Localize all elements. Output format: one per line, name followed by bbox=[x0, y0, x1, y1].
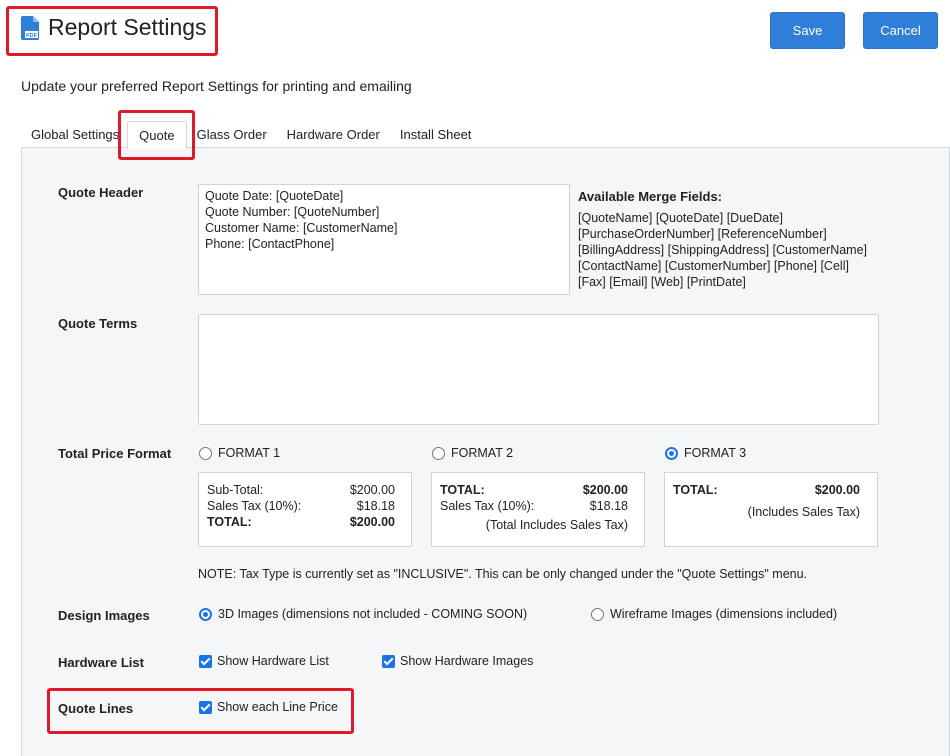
merge-fields-line: [Fax] [Email] [Web] [PrintDate] bbox=[578, 275, 746, 289]
total-price-format-label: Total Price Format bbox=[58, 446, 172, 461]
format2-radio[interactable] bbox=[432, 446, 445, 460]
quote-header-line: Quote Date: [QuoteDate] bbox=[205, 189, 344, 203]
tab-bar: Global Settings Quote Glass Order Hardwa… bbox=[21, 121, 482, 149]
format3-radio-option[interactable]: FORMAT 3 bbox=[665, 446, 746, 460]
tab-hardware-order[interactable]: Hardware Order bbox=[277, 121, 390, 148]
format2-radio-option[interactable]: FORMAT 2 bbox=[432, 446, 513, 460]
merge-fields-list: [QuoteName] [QuoteDate] [DueDate] [Purch… bbox=[578, 210, 898, 290]
tab-glass-order[interactable]: Glass Order bbox=[187, 121, 277, 148]
cancel-button[interactable]: Cancel bbox=[863, 12, 938, 49]
sales-tax-label: Sales Tax (10%): bbox=[440, 499, 535, 513]
wireframe-images-radio[interactable] bbox=[591, 607, 604, 621]
format1-radio[interactable] bbox=[199, 446, 212, 460]
total-value: $200.00 bbox=[814, 483, 860, 497]
wireframe-images-radio-label: Wireframe Images (dimensions included) bbox=[610, 607, 838, 621]
quote-lines-highlight bbox=[47, 688, 354, 734]
format1-preview: Sub-Total: $200.00 Sales Tax (10%): $18.18… bbox=[198, 472, 412, 547]
save-button[interactable]: Save bbox=[770, 12, 845, 49]
tax-included-note: (Includes Sales Tax) bbox=[747, 505, 860, 519]
quote-header-line: Customer Name: [CustomerName] bbox=[205, 221, 398, 235]
subtotal-value: $200.00 bbox=[349, 483, 395, 497]
hardware-list-label: Hardware List bbox=[58, 655, 144, 670]
format1-radio-label: FORMAT 1 bbox=[218, 446, 281, 460]
quote-header-textarea[interactable]: Quote Date: [QuoteDate] Quote Number: [Q… bbox=[198, 184, 570, 295]
cancel-button-label: Cancel bbox=[880, 23, 921, 38]
total-value: $200.00 bbox=[582, 483, 628, 497]
show-hardware-list-checkbox[interactable] bbox=[199, 654, 212, 668]
total-value: $200.00 bbox=[349, 515, 395, 529]
sales-tax-value: $18.18 bbox=[589, 499, 628, 513]
sales-tax-label: Sales Tax (10%): bbox=[207, 499, 302, 513]
subtotal-label: Sub-Total: bbox=[207, 483, 264, 497]
3d-images-radio-label: 3D Images (dimensions not included - COM… bbox=[218, 607, 528, 621]
tax-included-note: (Total Includes Sales Tax) bbox=[485, 518, 628, 532]
format2-radio-label: FORMAT 2 bbox=[451, 446, 514, 460]
show-hardware-list-option[interactable]: Show Hardware List bbox=[199, 654, 329, 668]
merge-fields-line: [ContactName] [CustomerNumber] [Phone] [… bbox=[578, 259, 849, 273]
tab-global-settings[interactable]: Global Settings bbox=[21, 121, 127, 148]
title-highlight bbox=[6, 6, 218, 56]
merge-fields-title: Available Merge Fields: bbox=[578, 189, 723, 204]
quote-header-line: Quote Number: [QuoteNumber] bbox=[205, 205, 380, 219]
show-hardware-images-label: Show Hardware Images bbox=[400, 654, 534, 668]
total-label: TOTAL: bbox=[207, 515, 252, 529]
show-hardware-images-checkbox[interactable] bbox=[382, 654, 395, 668]
show-hardware-images-option[interactable]: Show Hardware Images bbox=[382, 654, 533, 668]
format1-radio-option[interactable]: FORMAT 1 bbox=[199, 446, 280, 460]
save-button-label: Save bbox=[792, 23, 823, 38]
format3-preview: TOTAL: $200.00 (Includes Sales Tax) bbox=[664, 472, 878, 547]
tab-install-sheet[interactable]: Install Sheet bbox=[390, 121, 482, 148]
quote-header-line: Phone: [ContactPhone] bbox=[205, 237, 335, 251]
format3-radio[interactable] bbox=[665, 446, 678, 460]
wireframe-images-radio-option[interactable]: Wireframe Images (dimensions included) bbox=[591, 607, 837, 621]
3d-images-radio-option[interactable]: 3D Images (dimensions not included - COM… bbox=[199, 607, 527, 621]
merge-fields-line: [PurchaseOrderNumber] [ReferenceNumber] bbox=[578, 227, 827, 241]
sales-tax-value: $18.18 bbox=[356, 499, 395, 513]
3d-images-radio[interactable] bbox=[199, 607, 212, 621]
total-label: TOTAL: bbox=[440, 483, 485, 497]
quote-terms-label: Quote Terms bbox=[58, 316, 138, 331]
tax-type-note: NOTE: Tax Type is currently set as "INCL… bbox=[198, 567, 808, 581]
design-images-label: Design Images bbox=[58, 608, 150, 623]
total-label: TOTAL: bbox=[673, 483, 718, 497]
show-hardware-list-label: Show Hardware List bbox=[217, 654, 329, 668]
quote-header-label: Quote Header bbox=[58, 185, 144, 200]
merge-fields-line: [QuoteName] [QuoteDate] [DueDate] bbox=[578, 211, 783, 225]
page-subtitle: Update your preferred Report Settings fo… bbox=[21, 78, 412, 94]
format2-preview: TOTAL: $200.00 Sales Tax (10%): $18.18 (To… bbox=[431, 472, 645, 547]
format3-radio-label: FORMAT 3 bbox=[684, 446, 747, 460]
merge-fields-line: [BillingAddress] [ShippingAddress] [Cust… bbox=[578, 243, 868, 257]
quote-terms-textarea[interactable] bbox=[198, 314, 879, 425]
tab-highlight bbox=[118, 110, 195, 160]
